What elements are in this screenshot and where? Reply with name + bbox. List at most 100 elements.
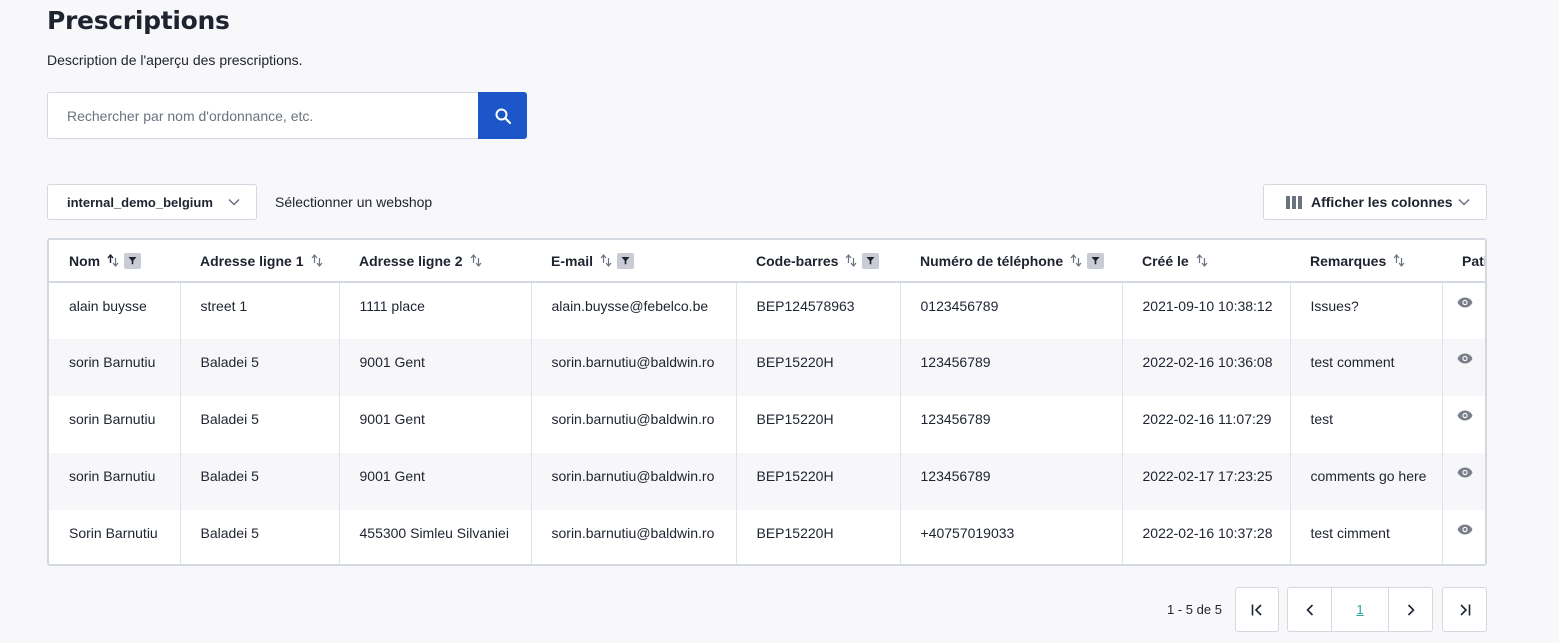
sort-icon[interactable] (600, 254, 612, 267)
eye-icon[interactable] (1457, 351, 1473, 367)
table-row[interactable]: sorin Barnutiu Baladei 5 9001 Gent sorin.ba… (49, 453, 1485, 510)
table-cell: alain buysse (49, 282, 181, 339)
table-cell: test comment (1290, 339, 1443, 396)
page-number-button[interactable]: 1 (1331, 587, 1389, 632)
next-page-button[interactable] (1388, 587, 1433, 632)
search-icon (495, 108, 511, 124)
filter-icon[interactable] (862, 252, 880, 269)
column-header[interactable]: Code-barres (736, 240, 900, 283)
table-cell: 123456789 (900, 339, 1123, 396)
column-header-label: Adresse ligne 1 (200, 252, 304, 269)
eye-icon[interactable] (1457, 522, 1473, 538)
table-cell: 9001 Gent (339, 339, 532, 396)
column-header[interactable]: Nom (49, 240, 180, 283)
sort-icon[interactable] (1196, 254, 1208, 267)
table-cell: 2022-02-16 10:36:08 (1122, 339, 1291, 396)
view-prescription-cell[interactable] (1442, 453, 1485, 510)
table-cell: sorin Barnutiu (49, 339, 181, 396)
column-header-label: Patient (1462, 252, 1485, 269)
table-cell: 2022-02-16 11:07:29 (1122, 396, 1291, 453)
table-cell: Baladei 5 (180, 396, 340, 453)
chevron-left-icon (1305, 603, 1313, 616)
first-page-button[interactable] (1235, 587, 1279, 632)
table-cell: Issues? (1290, 282, 1443, 339)
table-cell: BEP15220H (736, 453, 901, 510)
column-header-label: Code-barres (756, 252, 839, 269)
column-header-label: E-mail (551, 252, 594, 269)
eye-icon[interactable] (1457, 408, 1473, 424)
table-cell: test cimment (1290, 510, 1443, 564)
chevron-right-icon (1407, 603, 1415, 616)
view-prescription-cell[interactable] (1442, 396, 1485, 453)
table-cell: Baladei 5 (180, 510, 340, 564)
search-input[interactable] (47, 92, 478, 139)
show-columns-label: Afficher les colonnes (1311, 194, 1453, 210)
column-header[interactable]: Patient (1442, 240, 1485, 283)
sort-icon[interactable] (107, 253, 119, 267)
table-cell: 9001 Gent (339, 396, 532, 453)
column-header[interactable]: Créé le (1122, 240, 1290, 283)
last-page-button[interactable] (1442, 587, 1487, 632)
table-cell: street 1 (180, 282, 340, 339)
table-cell: sorin.barnutiu@baldwin.ro (531, 510, 737, 564)
column-header[interactable]: Numéro de téléphone (900, 240, 1122, 283)
table-row[interactable]: sorin Barnutiu Baladei 5 9001 Gent sorin.ba… (49, 339, 1485, 396)
columns-icon (1286, 195, 1302, 209)
filter-icon[interactable] (617, 252, 635, 269)
table-cell: sorin Barnutiu (49, 396, 181, 453)
table-cell: BEP15220H (736, 339, 901, 396)
table-cell: BEP15220H (736, 510, 901, 564)
filter-icon[interactable] (1087, 252, 1105, 269)
sort-icon[interactable] (311, 254, 323, 267)
prescriptions-table: Nom Adresse ligne 1 Adresse ligne 2 E-mail C… (47, 238, 1487, 566)
webshop-select[interactable]: internal_demo_belgium (47, 184, 257, 220)
page-description: Description de l'aperçu des prescription… (47, 52, 303, 68)
column-header-label: Adresse ligne 2 (359, 252, 463, 269)
table-cell: 2022-02-17 17:23:25 (1122, 453, 1291, 510)
column-header[interactable]: Remarques (1290, 240, 1442, 283)
webshop-select-value: internal_demo_belgium (67, 194, 213, 210)
sort-icon[interactable] (1393, 254, 1405, 267)
sort-icon[interactable] (470, 254, 482, 267)
previous-page-button[interactable] (1287, 587, 1332, 632)
table-row[interactable]: sorin Barnutiu Baladei 5 9001 Gent sorin.ba… (49, 396, 1485, 453)
chevron-down-icon (1458, 198, 1470, 206)
column-header[interactable]: Adresse ligne 2 (339, 240, 531, 283)
table-cell: 0123456789 (900, 282, 1123, 339)
first-page-icon (1251, 603, 1262, 616)
table-cell: 1111 place (339, 282, 532, 339)
table-cell: 123456789 (900, 396, 1123, 453)
table-cell: sorin.barnutiu@baldwin.ro (531, 396, 737, 453)
sort-icon[interactable] (1070, 254, 1082, 267)
view-prescription-cell[interactable] (1442, 339, 1485, 396)
table-cell: Sorin Barnutiu (49, 510, 181, 564)
column-header-label: Remarques (1310, 252, 1387, 269)
view-prescription-cell[interactable] (1442, 510, 1485, 564)
webshop-select-label: Sélectionner un webshop (275, 194, 433, 210)
eye-icon[interactable] (1457, 465, 1473, 481)
table-cell: BEP15220H (736, 396, 901, 453)
column-header[interactable]: Adresse ligne 1 (180, 240, 339, 283)
column-header[interactable]: E-mail (531, 240, 736, 283)
eye-icon[interactable] (1457, 295, 1473, 311)
table-header-row: Nom Adresse ligne 1 Adresse ligne 2 E-mail C… (49, 240, 1485, 283)
table-row[interactable]: Sorin Barnutiu Baladei 5 455300 Simleu Sil… (49, 510, 1485, 564)
table-cell: 9001 Gent (339, 453, 532, 510)
table-row[interactable]: alain buysse street 1 1111 place alain.buys… (49, 282, 1485, 339)
column-header-label: Nom (69, 252, 101, 269)
column-header-label: Créé le (1142, 252, 1189, 269)
search-button[interactable] (478, 92, 527, 139)
table-cell: Baladei 5 (180, 339, 340, 396)
pagination-info: 1 - 5 de 5 (1167, 602, 1222, 617)
column-header-label: Numéro de téléphone (920, 252, 1064, 269)
table-cell: 2021-09-10 10:38:12 (1122, 282, 1291, 339)
table-cell: 2022-02-16 10:37:28 (1122, 510, 1291, 564)
sort-icon[interactable] (845, 254, 857, 267)
show-columns-button[interactable]: Afficher les colonnes (1263, 184, 1487, 220)
table-cell: BEP124578963 (736, 282, 901, 339)
page-title: Prescriptions (47, 6, 230, 35)
view-prescription-cell[interactable] (1442, 282, 1485, 339)
search-bar (47, 92, 527, 139)
filter-icon[interactable] (124, 252, 142, 269)
table-cell: sorin Barnutiu (49, 453, 181, 510)
